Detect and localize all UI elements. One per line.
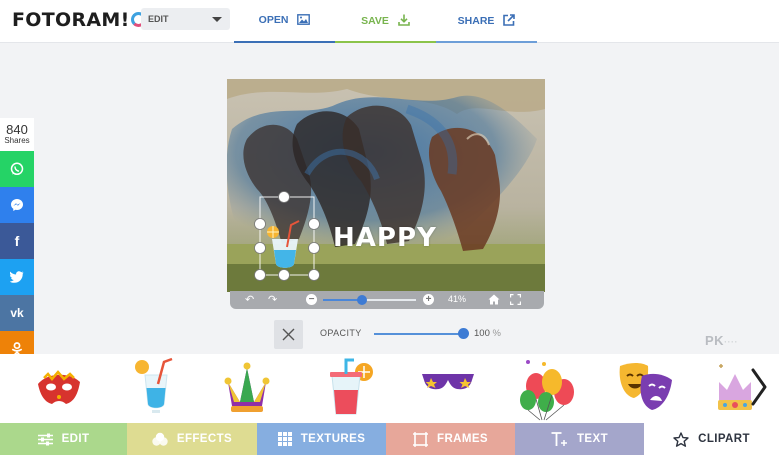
download-icon [398, 14, 410, 26]
tab-effects-label: EFFECTS [176, 433, 233, 445]
open-button[interactable]: OPEN [234, 0, 335, 43]
opacity-value-unit: % [492, 328, 501, 339]
facebook-icon: f [14, 233, 20, 249]
top-bar: FOTORAM! EDIT OPEN SAVE SHARE [0, 0, 779, 43]
share-count-number: 840 [6, 122, 28, 137]
tab-textures-label: TEXTURES [300, 433, 366, 445]
home-icon[interactable] [488, 294, 500, 305]
twitter-icon [10, 271, 24, 283]
zoom-slider-handle[interactable] [357, 295, 368, 305]
facebook-share-button[interactable]: f [0, 223, 34, 259]
opacity-value-number: 100 [474, 328, 490, 339]
vk-icon: vk [10, 306, 24, 320]
watermark-dots: ···· [724, 337, 739, 347]
external-share-icon [503, 14, 516, 26]
tab-edit[interactable]: EDIT [0, 423, 127, 455]
share-button[interactable]: SHARE [436, 0, 537, 43]
delete-button[interactable] [274, 320, 303, 349]
opacity-label: OPACITY [320, 328, 362, 338]
mode-select-value: EDIT [148, 14, 169, 24]
chevron-down-icon [212, 17, 222, 22]
clipart-balloons[interactable] [516, 354, 578, 423]
save-label: SAVE [361, 15, 389, 27]
tab-text-label: TEXT [577, 433, 608, 445]
app-logo[interactable]: FOTORAM! [12, 9, 146, 31]
frame-icon [413, 431, 429, 447]
redo-icon[interactable]: ↷ [268, 293, 277, 306]
zoom-toolbar: ↶ ↷ − + 41% [230, 291, 544, 309]
opacity-value: 100 % [474, 328, 501, 339]
opacity-slider-handle[interactable] [458, 328, 469, 339]
share-count: 840 Shares [0, 118, 34, 151]
horses-photo [227, 79, 545, 292]
zoom-level: 41% [448, 294, 467, 304]
tab-effects[interactable]: EFFECTS [127, 423, 257, 455]
tab-frames-label: FRAMES [437, 433, 488, 445]
close-icon [282, 328, 295, 341]
messenger-share-button[interactable] [0, 187, 34, 223]
vk-share-button[interactable]: vk [0, 295, 34, 331]
chevron-right-icon[interactable] [746, 364, 772, 410]
opacity-slider[interactable] [374, 333, 466, 335]
messenger-icon [11, 199, 23, 211]
whatsapp-icon [10, 162, 24, 176]
tab-frames[interactable]: FRAMES [386, 423, 515, 455]
undo-icon[interactable]: ↶ [245, 293, 254, 306]
tab-text[interactable]: TEXT [515, 423, 644, 455]
clipart-party-sunglasses[interactable] [420, 354, 476, 423]
canvas-text-happy[interactable]: HAPPY [333, 223, 437, 253]
tab-edit-label: EDIT [61, 433, 90, 445]
clipart-jester-hat[interactable] [222, 354, 272, 423]
clipart-cocktail-glass[interactable] [130, 354, 180, 423]
tab-clipart-label: CLIPART [698, 433, 750, 445]
tab-textures[interactable]: TEXTURES [257, 423, 386, 455]
open-label: OPEN [258, 14, 289, 26]
text-icon [551, 431, 568, 447]
twitter-share-button[interactable] [0, 259, 34, 295]
clipart-soda-cup[interactable] [326, 354, 376, 423]
effects-icon [152, 432, 168, 446]
tab-clipart[interactable]: CLIPART [644, 423, 779, 455]
clipart-gallery [0, 354, 779, 423]
watermark-text: PK [705, 333, 725, 348]
sliders-icon [37, 433, 53, 446]
mode-select[interactable]: EDIT [141, 8, 230, 30]
save-button[interactable]: SAVE [335, 0, 436, 43]
share-count-label: Shares [4, 136, 30, 145]
texture-icon [277, 432, 292, 446]
whatsapp-share-button[interactable] [0, 151, 34, 187]
clipart-carnival-mask[interactable] [34, 354, 84, 423]
share-label: SHARE [457, 15, 495, 27]
photo-canvas[interactable]: HAPPY [227, 79, 545, 292]
fullscreen-icon[interactable] [510, 294, 521, 305]
watermark: PK···· [705, 333, 738, 348]
zoom-in-icon[interactable]: + [423, 294, 434, 305]
zoom-slider[interactable] [323, 295, 416, 305]
star-icon [673, 431, 689, 447]
zoom-out-icon[interactable]: − [306, 294, 317, 305]
image-icon [297, 14, 311, 25]
clipart-theater-masks[interactable] [614, 354, 676, 423]
bottom-tab-bar: EDIT EFFECTS TEXTURES FRAMES TEXT CLIPAR… [0, 423, 779, 455]
